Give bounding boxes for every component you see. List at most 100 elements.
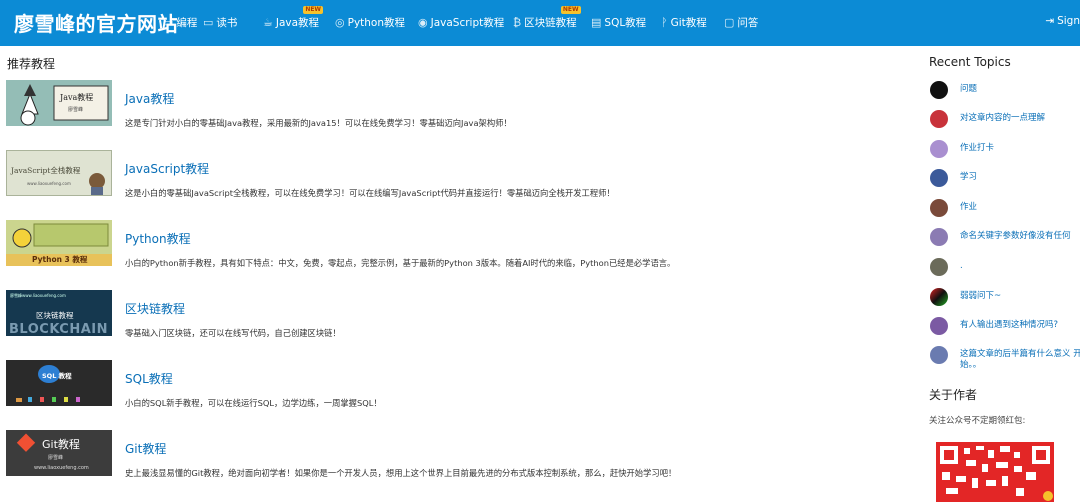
thumb-subtitle: www.liaoxuefeng.com [27, 181, 71, 186]
avatar [930, 258, 948, 276]
topic-link[interactable]: . [960, 261, 1080, 272]
new-badge: NEW [560, 6, 581, 14]
course-description: 史上最浅显易懂的Git教程，绝对面向初学者！如果你是一个开发人员，想用上这个世界… [125, 468, 677, 478]
course-title[interactable]: Java教程 [125, 90, 174, 107]
thumb-subtitle: 廖雪峰 [68, 107, 84, 113]
topic-item[interactable]: 命名关键字参数好像没有任何 [930, 228, 1080, 246]
course-title[interactable]: Python教程 [125, 230, 191, 247]
nav-label: 读书 [216, 17, 238, 29]
course-item-git: Git教程 廖雪峰 www.liaoxuefeng.com Git教程 史上最浅… [6, 430, 906, 478]
course-item-java: Java教程 廖雪峰 Java教程 这是专门针对小白的零基础Java教程，采用最… [6, 80, 906, 128]
section-title: 推荐教程 [7, 57, 56, 71]
thumb-subtitle: 廖雪峰 [48, 455, 64, 461]
code-icon: ▭ [163, 16, 174, 29]
avatar [930, 317, 948, 335]
topic-item[interactable]: 有人输出遇到这种情况吗? [930, 317, 1080, 335]
java-thumbnail-art [6, 80, 112, 126]
nav-item-javascript[interactable]: ◉ JavaScript教程 [418, 15, 504, 30]
database-icon: ▤ [591, 16, 602, 29]
course-title[interactable]: Git教程 [125, 440, 166, 457]
bitcoin-icon: ₿ [513, 16, 522, 29]
nav-label: Git教程 [670, 17, 707, 29]
book-icon: ▭ [203, 16, 214, 29]
thumb-subtitle: BLOCKCHAIN [9, 322, 109, 336]
nav-label: 区块链教程 [524, 17, 577, 29]
about-author-heading: 关于作者 [929, 388, 978, 402]
sql-thumbnail-art [6, 360, 112, 406]
git-branch-icon: ᚹ [661, 16, 668, 29]
topic-item[interactable]: 作业 [930, 199, 1080, 217]
thumb-url: www.liaoxuefeng.com [34, 465, 89, 471]
nav-item-programming[interactable]: ▭ 编程 [163, 15, 197, 30]
course-item-javascript: JavaScript全栈教程 www.liaoxuefeng.com JavaS… [6, 150, 906, 198]
nav-item-reading[interactable]: ▭ 读书 [203, 15, 237, 30]
new-badge: NEW [303, 6, 324, 14]
topic-link[interactable]: 学习 [960, 172, 1080, 183]
course-thumbnail[interactable]: Python 3 教程 [6, 220, 112, 266]
avatar [930, 110, 948, 128]
avatar [930, 199, 948, 217]
recent-topics-heading: Recent Topics [929, 55, 1011, 69]
comment-icon: ▢ [724, 16, 735, 29]
thumb-title: Java教程 [60, 93, 94, 102]
nav-item-qa[interactable]: ▢ 问答 [724, 15, 758, 30]
topic-item[interactable]: 学习 [930, 169, 1080, 187]
nav-item-sql[interactable]: ▤ SQL教程 [591, 15, 646, 30]
coffee-icon: ☕ [263, 16, 273, 29]
sign-in-link[interactable]: ⇥ Sign [1045, 15, 1080, 27]
topic-link[interactable]: 这篇文章的后半篇有什么意义 开始。。 [960, 349, 1080, 371]
course-thumbnail[interactable]: 廖雪峰www.liaoxuefeng.com 区块链教程 BLOCKCHAIN [6, 290, 112, 336]
course-description: 小白的Python新手教程，具有如下特点：中文，免费，零起点，完整示例，基于最新… [125, 258, 676, 268]
avatar [930, 228, 948, 246]
sign-in-icon: ⇥ [1045, 15, 1055, 27]
topic-link[interactable]: 作业 [960, 202, 1080, 213]
course-thumbnail[interactable]: Git教程 廖雪峰 www.liaoxuefeng.com [6, 430, 112, 476]
nav-label: SQL教程 [604, 17, 647, 29]
course-item-sql: SQL 教程 SQL教程 小白的SQL新手教程，可以在线运行SQL，边学边练，一… [6, 360, 906, 408]
nav-label: 问答 [737, 17, 759, 29]
nav-label: Java教程 [275, 17, 320, 29]
topic-link[interactable]: 作业打卡 [960, 143, 1080, 154]
python-icon: ◎ [335, 16, 345, 29]
thumb-title: SQL 教程 [42, 372, 72, 380]
qr-code-image [936, 442, 1054, 502]
course-thumbnail[interactable]: JavaScript全栈教程 www.liaoxuefeng.com [6, 150, 112, 196]
course-thumbnail[interactable]: SQL 教程 [6, 360, 112, 406]
nav-label: Python教程 [347, 17, 406, 29]
avatar [930, 140, 948, 158]
sign-in-label: Sign [1057, 15, 1080, 27]
topic-item[interactable]: 这篇文章的后半篇有什么意义 开始。。 [930, 346, 1080, 371]
thumb-title: JavaScript全栈教程 [11, 166, 81, 175]
nav-item-git[interactable]: ᚹ Git教程 [661, 15, 707, 30]
top-navbar: 廖雪峰的官方网站 ▭ 编程 ▭ 读书 ☕ Java教程 NEW ◎ Python… [0, 0, 1080, 46]
nav-label: JavaScript教程 [430, 17, 505, 29]
topic-link[interactable]: 弱弱问下~ [960, 291, 1080, 302]
course-title[interactable]: SQL教程 [125, 370, 173, 387]
thumb-title: Git教程 [42, 438, 80, 451]
topic-link[interactable]: 有人输出遇到这种情况吗? [960, 320, 1080, 331]
site-title[interactable]: 廖雪峰的官方网站 [14, 8, 178, 37]
topic-item[interactable]: 作业打卡 [930, 140, 1080, 158]
topic-link[interactable]: 命名关键字参数好像没有任何 [960, 231, 1080, 242]
thumb-title: Python 3 教程 [32, 255, 88, 264]
course-description: 零基础入门区块链，还可以在线写代码，自己创建区块链！ [125, 328, 341, 338]
avatar [930, 288, 948, 306]
topic-link[interactable]: 问题 [960, 84, 1080, 95]
nav-item-blockchain[interactable]: ₿ 区块链教程 NEW [513, 6, 581, 30]
avatar [930, 169, 948, 187]
topic-item[interactable]: 对这章内容的一点理解 [930, 110, 1080, 128]
topic-item[interactable]: 弱弱问下~ [930, 288, 1080, 306]
topic-link[interactable]: 对这章内容的一点理解 [960, 113, 1080, 124]
topic-item[interactable]: 问题 [930, 81, 1080, 99]
avatar [930, 346, 948, 364]
topic-item[interactable]: . [930, 258, 1080, 276]
course-description: 小白的SQL新手教程，可以在线运行SQL，边学边练，一周掌握SQL！ [125, 398, 382, 408]
course-thumbnail[interactable]: Java教程 廖雪峰 [6, 80, 112, 126]
nav-item-python[interactable]: ◎ Python教程 [335, 15, 405, 30]
course-title[interactable]: 区块链教程 [125, 300, 185, 317]
thumb-top-text: 廖雪峰www.liaoxuefeng.com [10, 293, 66, 298]
nav-item-java[interactable]: ☕ Java教程 NEW [263, 6, 324, 30]
javascript-icon: ◉ [418, 16, 428, 29]
follow-text: 关注公众号不定期领红包: [929, 416, 1026, 426]
course-title[interactable]: JavaScript教程 [125, 160, 209, 177]
